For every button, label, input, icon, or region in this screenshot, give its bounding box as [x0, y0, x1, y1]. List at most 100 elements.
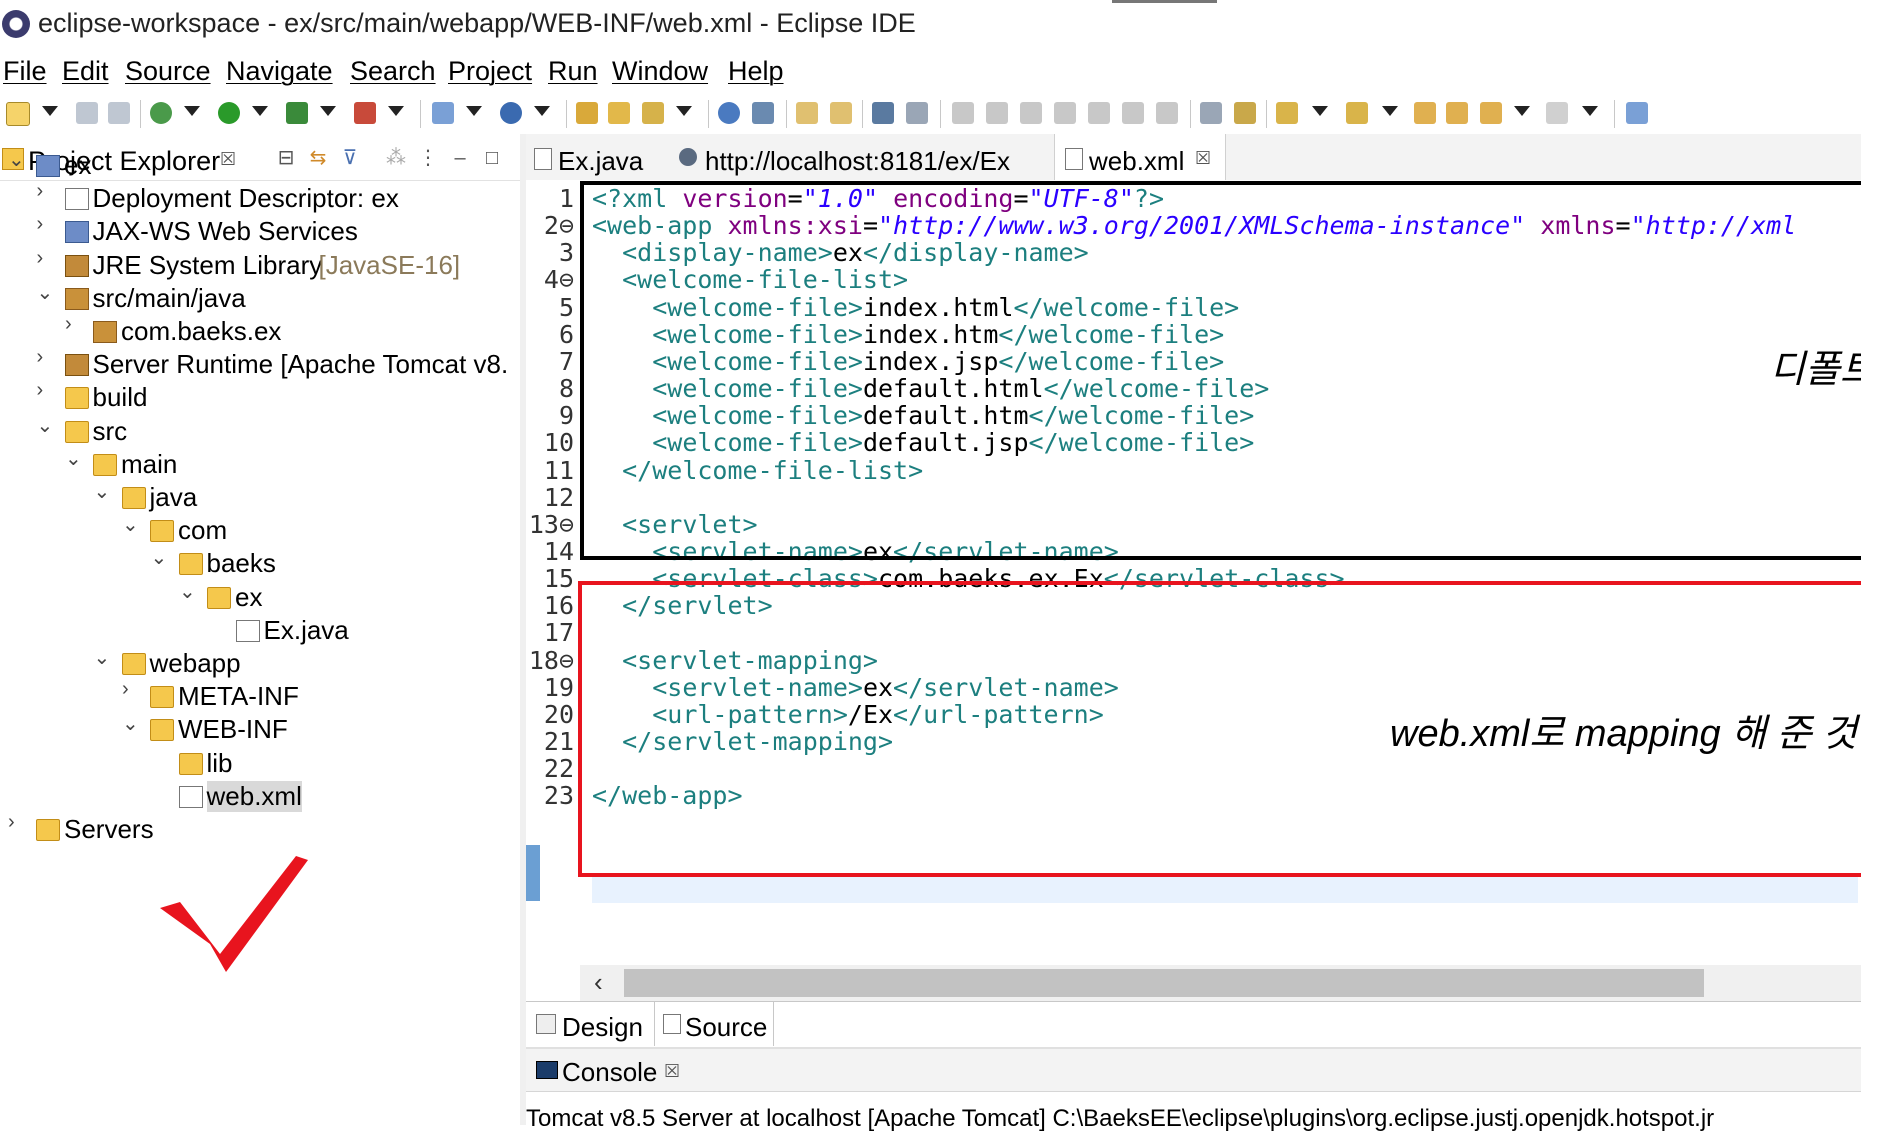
perspective-icon[interactable] — [752, 102, 774, 124]
search-dropdown-icon[interactable] — [676, 106, 692, 116]
menu-window[interactable]: Window — [612, 56, 708, 87]
menu-search[interactable]: Search — [350, 56, 436, 87]
tree-item[interactable]: web.xml — [0, 779, 520, 813]
step-into-icon[interactable] — [1088, 102, 1110, 124]
tree-item[interactable]: › build — [0, 379, 520, 414]
new-dropdown-icon[interactable] — [42, 106, 58, 116]
menu-project[interactable]: Project — [448, 56, 532, 87]
tab-browser-localhost[interactable]: http://localhost:8181/ex/Ex — [671, 134, 1051, 180]
menu-help[interactable]: Help — [728, 56, 784, 87]
annotation-icon[interactable] — [796, 102, 818, 124]
tree-item[interactable]: ⌄ webapp — [0, 646, 520, 680]
new-class-icon[interactable] — [500, 102, 522, 124]
new-class-dropdown-icon[interactable] — [534, 106, 550, 116]
step-return-icon[interactable] — [1156, 102, 1178, 124]
collapse-chevron-icon[interactable]: ⌄ — [122, 711, 142, 736]
tree-item[interactable]: ⌄ main — [0, 447, 520, 481]
expand-chevron-icon[interactable]: › — [37, 379, 57, 402]
tree-item[interactable]: ⌄ ex — [0, 148, 520, 182]
tree-item[interactable]: › JRE System Library [JavaSE-16] — [0, 247, 520, 282]
toggle-mark-icon[interactable] — [1234, 102, 1256, 124]
next-annotation-icon[interactable] — [1276, 102, 1298, 124]
new-project-icon[interactable] — [432, 102, 454, 124]
stop-server-icon[interactable] — [354, 102, 376, 124]
menu-run[interactable]: Run — [548, 56, 598, 87]
tab-web-xml[interactable]: web.xml ☒ — [1054, 134, 1226, 180]
expand-chevron-icon[interactable]: › — [8, 811, 28, 834]
tab-source-container[interactable]: Source — [654, 1002, 774, 1046]
previous-annotation-dropdown-icon[interactable] — [1382, 106, 1398, 116]
close-tab-icon[interactable]: ☒ — [1195, 148, 1211, 169]
new-icon[interactable] — [6, 102, 30, 126]
step-over-icon[interactable] — [1122, 102, 1144, 124]
open-perspective-icon[interactable] — [1626, 102, 1648, 124]
last-edit-icon[interactable] — [1414, 102, 1436, 124]
debug-dropdown-icon[interactable] — [184, 106, 200, 116]
menu-source[interactable]: Source — [125, 56, 211, 87]
tree-item[interactable]: ⌄ src — [0, 414, 520, 448]
console-tab[interactable]: Console — [562, 1057, 657, 1088]
tree-item[interactable]: ⌄ com — [0, 513, 520, 547]
tree-item[interactable]: › Deployment Descriptor: ex — [0, 180, 520, 215]
tree-item[interactable]: ⌄ baeks — [0, 546, 520, 580]
back-dropdown-icon[interactable] — [1514, 106, 1530, 116]
tree-item[interactable]: Ex.java — [0, 613, 520, 647]
forward-dropdown-icon[interactable] — [1582, 106, 1598, 116]
scroll-left-icon[interactable]: ‹ — [594, 967, 603, 998]
suspend-icon[interactable] — [986, 102, 1008, 124]
word-wrap-icon[interactable] — [1200, 102, 1222, 124]
collapse-chevron-icon[interactable]: ⌄ — [65, 446, 85, 471]
search-tool-icon[interactable] — [642, 102, 664, 124]
collapse-chevron-icon[interactable]: ⌄ — [8, 147, 28, 172]
browser-icon[interactable] — [718, 102, 740, 124]
back-icon[interactable] — [1480, 102, 1502, 124]
markers-icon[interactable] — [830, 102, 852, 124]
expand-chevron-icon[interactable]: › — [122, 678, 142, 701]
display-icon[interactable] — [872, 102, 894, 124]
collapse-chevron-icon[interactable]: ⌄ — [94, 479, 114, 504]
menu-edit[interactable]: Edit — [62, 56, 109, 87]
tab-design[interactable]: Design — [562, 1012, 643, 1043]
close-console-icon[interactable]: ☒ — [664, 1061, 680, 1082]
tree-item[interactable]: ⌄ ex — [0, 580, 520, 614]
collapse-chevron-icon[interactable]: ⌄ — [94, 645, 114, 670]
run-icon[interactable] — [218, 102, 240, 124]
expand-chevron-icon[interactable]: › — [37, 346, 57, 369]
collapse-chevron-icon[interactable]: ⌄ — [179, 579, 199, 604]
run-external-icon[interactable] — [286, 102, 308, 124]
open-resource-icon[interactable] — [608, 102, 630, 124]
debug-icon[interactable] — [150, 102, 172, 124]
resume-icon[interactable] — [952, 102, 974, 124]
tree-item[interactable]: ⌄ java — [0, 480, 520, 514]
tree-item[interactable]: lib — [0, 746, 520, 780]
next-annotation-dropdown-icon[interactable] — [1312, 106, 1328, 116]
run-external-dropdown-icon[interactable] — [320, 106, 336, 116]
save-all-icon[interactable] — [108, 102, 130, 124]
run-dropdown-icon[interactable] — [252, 106, 268, 116]
scroll-thumb[interactable] — [624, 969, 1704, 997]
menu-file[interactable]: File — [3, 56, 47, 87]
tree-item[interactable]: ⌄ src/main/java — [0, 281, 520, 315]
expand-chevron-icon[interactable]: › — [37, 213, 57, 236]
tree-item[interactable]: › Server Runtime [Apache Tomcat v8. — [0, 346, 520, 381]
pin-icon[interactable] — [906, 102, 928, 124]
tree-item[interactable]: › JAX-WS Web Services — [0, 213, 520, 248]
collapse-chevron-icon[interactable]: ⌄ — [122, 512, 142, 537]
expand-chevron-icon[interactable]: › — [37, 247, 57, 270]
tree-item[interactable]: › Servers — [0, 811, 520, 846]
previous-annotation-icon[interactable] — [1346, 102, 1368, 124]
collapse-chevron-icon[interactable]: ⌄ — [37, 413, 57, 438]
server-dropdown-icon[interactable] — [388, 106, 404, 116]
expand-chevron-icon[interactable]: › — [65, 313, 85, 336]
terminate-icon[interactable] — [1020, 102, 1042, 124]
collapse-chevron-icon[interactable]: ⌄ — [37, 280, 57, 305]
tree-item[interactable]: › META-INF — [0, 678, 520, 713]
expand-chevron-icon[interactable]: › — [37, 180, 57, 203]
save-icon[interactable] — [76, 102, 98, 124]
last-edit-next-icon[interactable] — [1446, 102, 1468, 124]
tree-item[interactable]: › com.baeks.ex — [0, 313, 520, 348]
tab-source[interactable]: Source — [685, 1012, 767, 1043]
new-project-dropdown-icon[interactable] — [466, 106, 482, 116]
tab-ex-java[interactable]: Ex.java — [526, 134, 666, 180]
collapse-chevron-icon[interactable]: ⌄ — [151, 545, 171, 570]
